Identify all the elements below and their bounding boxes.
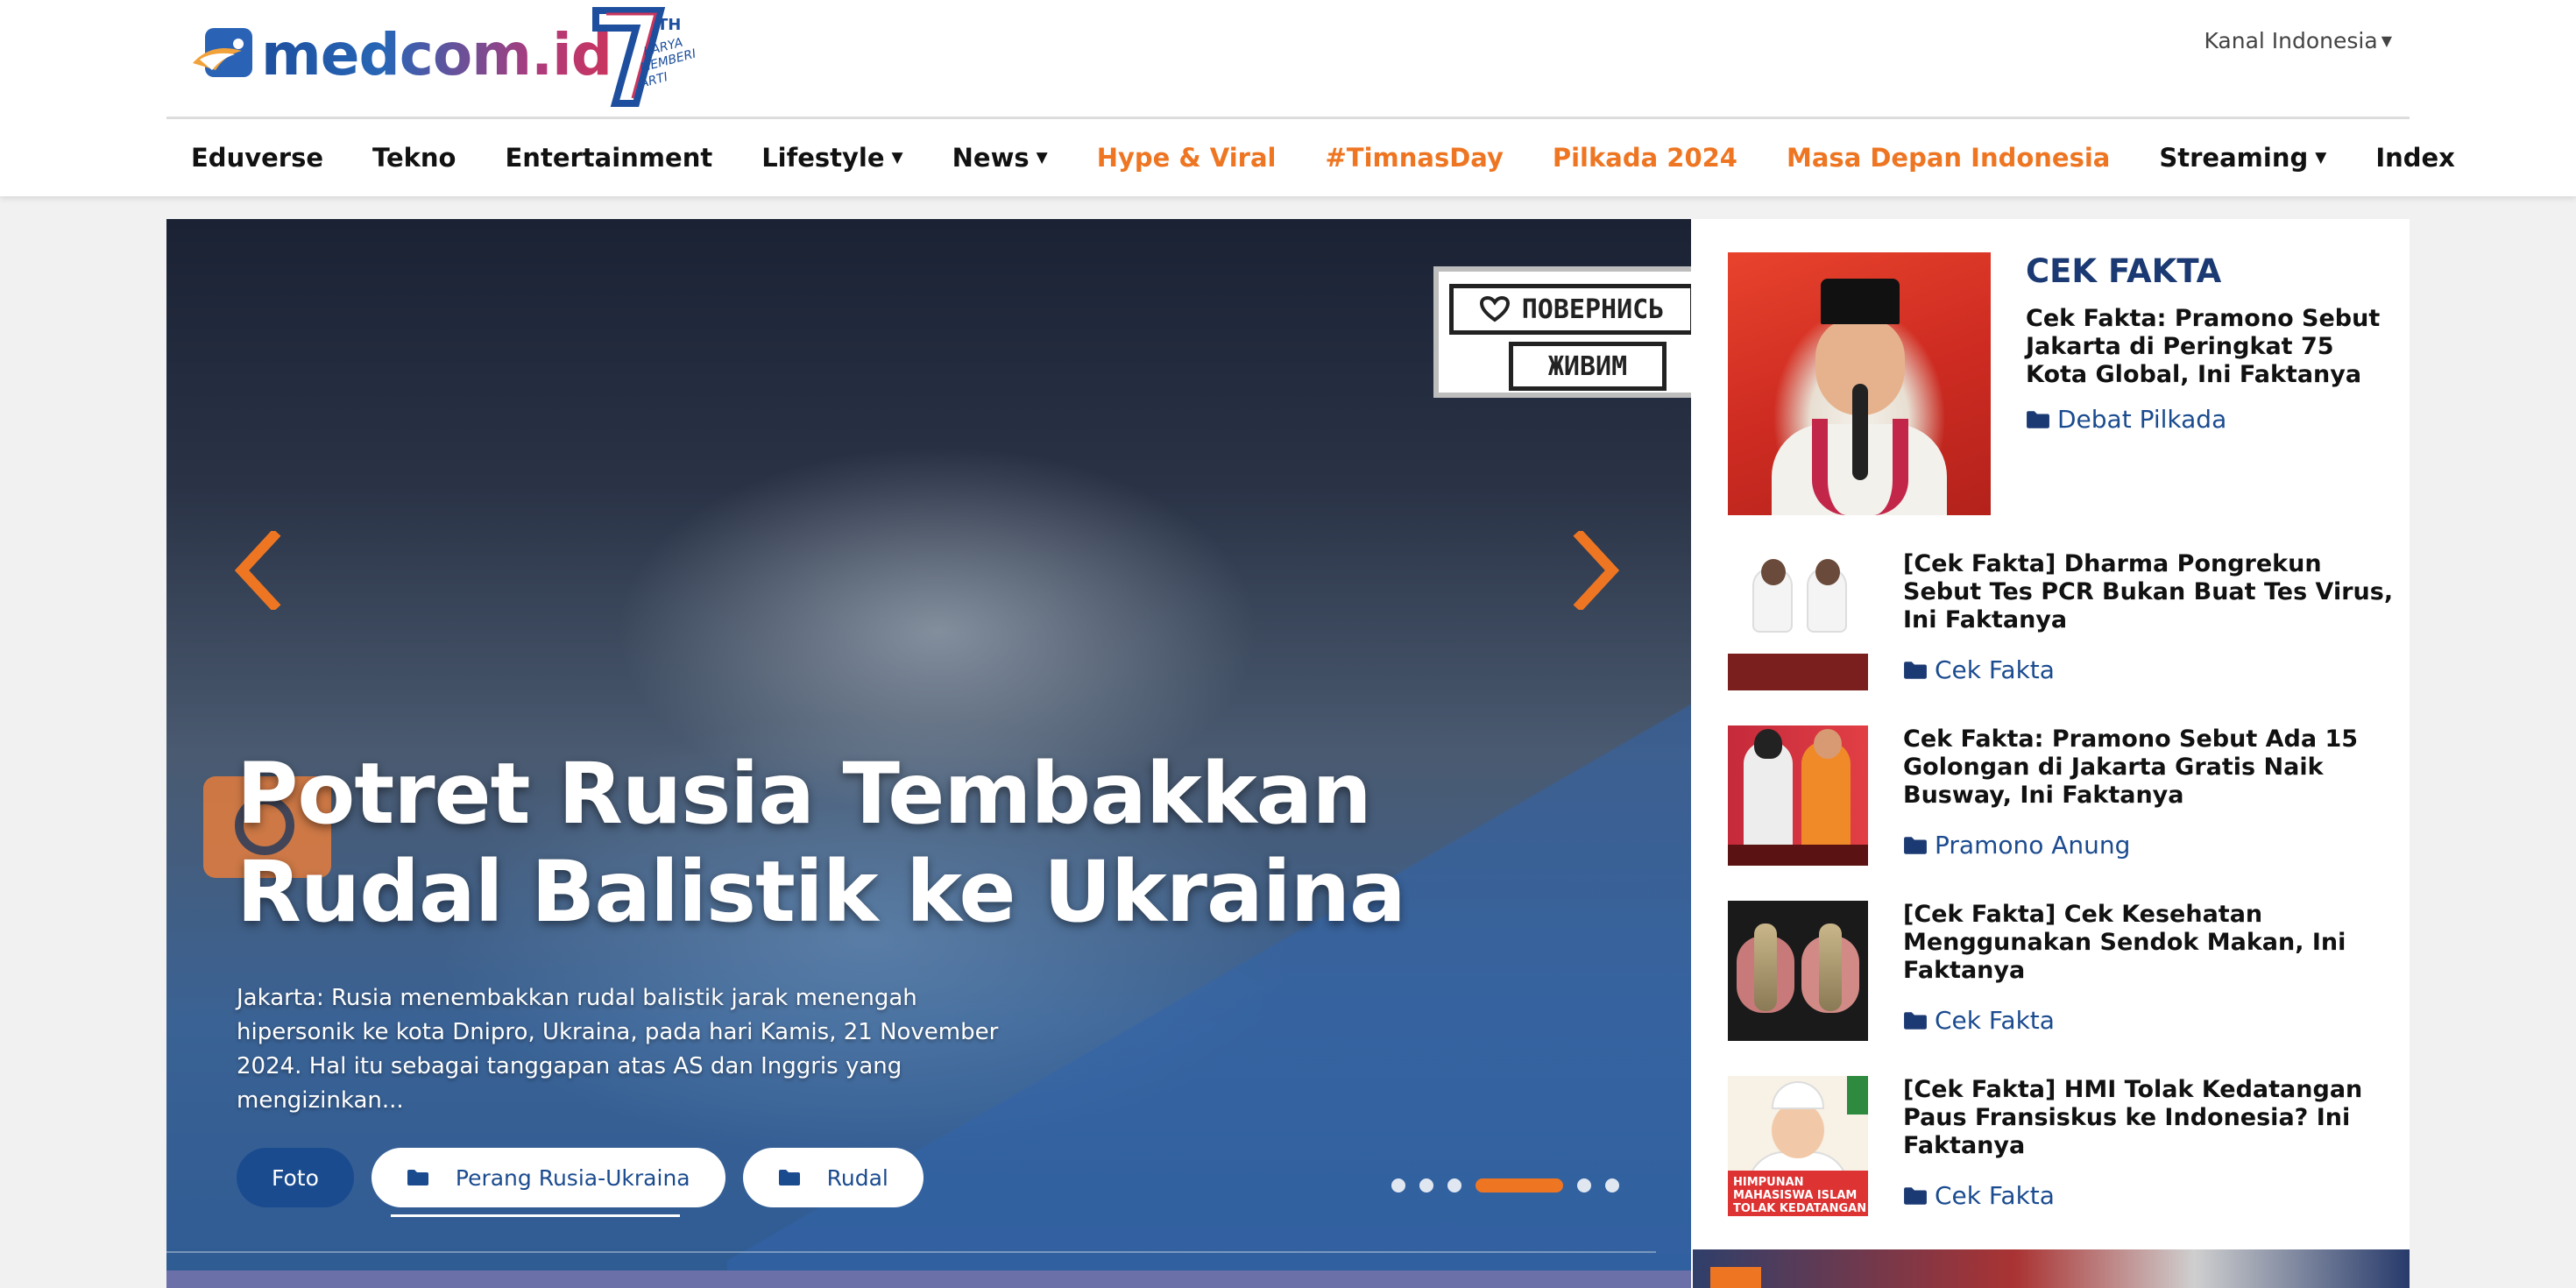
nav-item-masa-depan-indonesia[interactable]: Masa Depan Indonesia [1787,143,2110,173]
folder-icon [1904,1186,1927,1205]
carousel-indicators [1391,1178,1633,1192]
article-thumbnail[interactable] [1728,725,1868,866]
folder-icon [1904,1011,1927,1030]
anniversary-badge-icon: TH KARYA MEMBERI ARTI [592,7,697,107]
hero-tags: Foto Perang Rusia-Ukraina Rudal [237,1148,941,1207]
article-title[interactable]: [Cek Fakta] HMI Tolak Kedatangan Paus Fr… [1903,1076,2394,1160]
hero-divider [166,1251,1656,1253]
next-section-strip [166,1270,1691,1288]
carousel-next-button[interactable] [1561,513,1631,627]
article-thumbnail[interactable] [1728,901,1868,1041]
svg-text:TH: TH [657,16,681,34]
folder-icon [778,1170,800,1185]
chevron-right-icon [1573,531,1620,610]
thumbnail-caption: HIMPUNAN MAHASISWA ISLAM TOLAK KEDATANGA… [1733,1176,1867,1215]
microphone-icon [1852,384,1868,480]
article-category[interactable]: Cek Fakta [1903,1006,2055,1035]
nav-item-pilkada-2024[interactable]: Pilkada 2024 [1553,143,1737,173]
caret-down-icon: ▼ [2315,149,2327,166]
carousel-dot[interactable] [1605,1178,1619,1192]
carousel-dot-active[interactable] [1476,1178,1563,1192]
logo-wordmark: medcom.id [261,21,612,88]
site-header: medcom.id TH KARYA MEMBERI ARTI Kanal In… [0,0,2576,196]
logo-eagle-icon [193,28,252,77]
kanal-dropdown[interactable]: Kanal Indonesia ▼ [2204,28,2392,53]
sign-text-line2: ЖИВИМ [1547,350,1628,382]
featured-article-title[interactable]: Cek Fakta: Pramono Sebut Jakarta di Peri… [2026,305,2394,389]
article-category[interactable]: Pramono Anung [1903,831,2130,860]
carousel-dot[interactable] [1391,1178,1405,1192]
nav-item-tekno[interactable]: Tekno [372,143,456,173]
featured-article-category[interactable]: Debat Pilkada [2026,405,2226,434]
carousel-prev-button[interactable] [223,513,293,627]
article-thumbnail[interactable] [1728,550,1868,690]
list-item[interactable]: HIMPUNAN MAHASISWA ISLAM TOLAK KEDATANGA… [1728,1076,2394,1216]
cek-fakta-sidebar: CEK FAKTA Cek Fakta: Pramono Sebut Jakar… [1691,219,2410,1288]
main-nav: Eduverse Tekno Entertainment Lifestyle ▼ … [166,119,2455,196]
article-category[interactable]: Cek Fakta [1903,1181,2055,1210]
hero-carousel[interactable]: ПОВЕРНИСЬ ЖИВИМ Potret Rusia Tembakkan R… [166,219,1691,1288]
carousel-dot[interactable] [1447,1178,1461,1192]
folder-icon [1904,836,1927,854]
caret-down-icon: ▼ [2381,32,2392,49]
list-item[interactable]: [Cek Fakta] Dharma Pongrekun Sebut Tes P… [1728,550,2394,690]
caret-down-icon: ▼ [1036,149,1048,166]
chevron-left-icon [234,531,281,610]
heart-icon [1479,296,1510,322]
tag-rudal-button[interactable]: Rudal [742,1148,924,1207]
folder-icon [1904,661,1927,679]
caret-down-icon: ▼ [891,149,903,166]
kanal-label: Kanal Indonesia [2204,28,2378,53]
nav-item-hype-viral[interactable]: Hype & Viral [1097,143,1277,173]
section-title-cek-fakta[interactable]: CEK FAKTA [2026,252,2221,290]
tag-perang-rusia-ukraina-button[interactable]: Perang Rusia-Ukraina [371,1148,725,1207]
nav-item-timnasday[interactable]: #TimnasDay [1325,143,1503,173]
article-title[interactable]: [Cek Fakta] Cek Kesehatan Menggunakan Se… [1903,901,2394,985]
article-title[interactable]: Cek Fakta: Pramono Sebut Ada 15 Golongan… [1903,725,2394,810]
folder-icon [407,1170,428,1185]
carousel-dot[interactable] [1577,1178,1591,1192]
nav-item-streaming[interactable]: Streaming ▼ [2159,143,2326,173]
nav-item-lifestyle[interactable]: Lifestyle ▼ [761,143,902,173]
site-logo[interactable]: medcom.id TH KARYA MEMBERI ARTI [189,0,715,117]
article-category[interactable]: Cek Fakta [1903,655,2055,684]
nav-item-news[interactable]: News ▼ [952,143,1048,173]
article-title[interactable]: [Cek Fakta] Dharma Pongrekun Sebut Tes P… [1903,550,2394,634]
nav-item-index[interactable]: Index [2375,143,2455,173]
carousel-dot[interactable] [1419,1178,1433,1192]
article-thumbnail[interactable]: HIMPUNAN MAHASISWA ISLAM TOLAK KEDATANGA… [1728,1076,1868,1216]
tag-underline [391,1214,680,1217]
hero-title[interactable]: Potret Rusia Tembakkan Rudal Balistik ke… [237,745,1603,941]
tag-foto-button[interactable]: Foto [237,1148,354,1207]
list-item[interactable]: [Cek Fakta] Cek Kesehatan Menggunakan Se… [1728,901,2394,1041]
hero-photo-sign: ПОВЕРНИСЬ ЖИВИМ [1433,266,1691,398]
featured-article-image[interactable] [1728,252,1991,515]
next-widget-preview[interactable] [1693,1249,2410,1288]
list-item[interactable]: Cek Fakta: Pramono Sebut Ada 15 Golongan… [1728,725,2394,866]
hero-summary: Jakarta: Rusia menembakkan rudal balisti… [237,985,999,1114]
folder-icon [2027,410,2049,428]
nav-item-entertainment[interactable]: Entertainment [506,143,713,173]
nav-item-eduverse[interactable]: Eduverse [191,143,323,173]
sign-text-line1: ПОВЕРНИСЬ [1521,294,1665,325]
